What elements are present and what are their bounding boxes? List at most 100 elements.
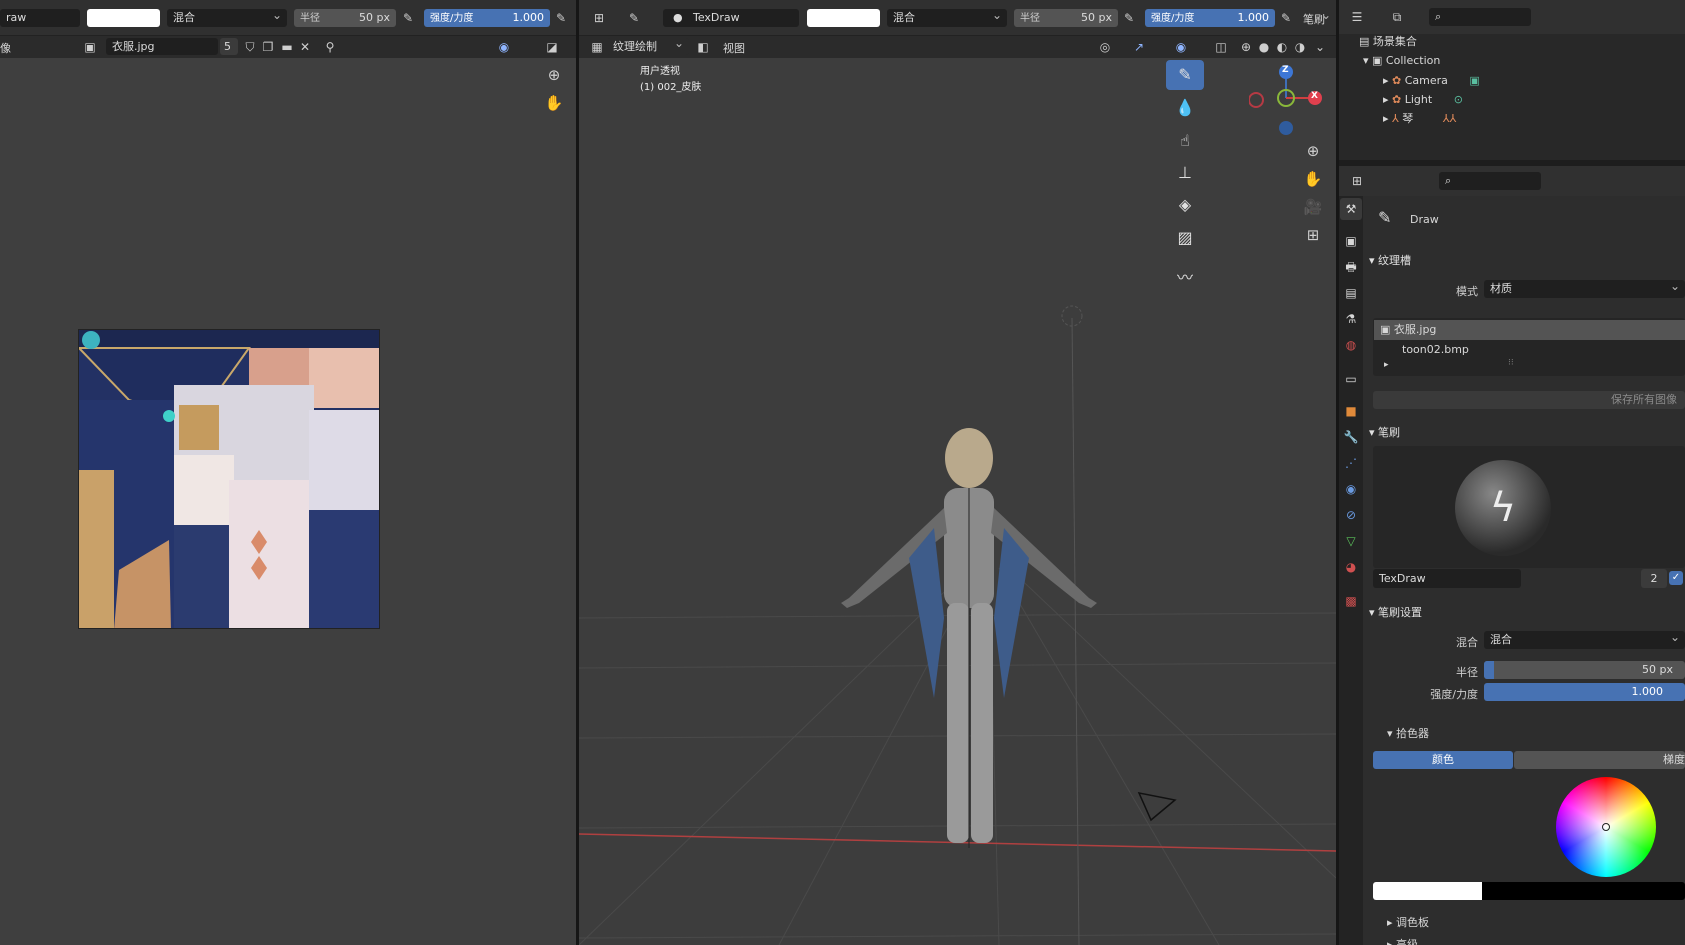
pan-hand-icon[interactable]: ✋	[541, 90, 567, 116]
viewport-canvas[interactable]: ✎ 💧 ☝ ⊥ ◈ ▨ 〰 用户透视 (1) 002_皮肤 Z X ⊕ ✋ 🎥 …	[579, 58, 1336, 945]
viewport-pan-icon[interactable]: ✋	[1300, 166, 1326, 192]
xray-toggle-icon[interactable]: ◫	[1211, 38, 1231, 56]
editor-type-icon[interactable]: ⊞	[589, 9, 609, 27]
modifier-tab-icon[interactable]: 🔧	[1340, 426, 1362, 448]
mask-tool[interactable]: ▨	[1166, 223, 1204, 253]
radius-prop-slider[interactable]: 50 px	[1484, 661, 1685, 679]
data-tab-icon[interactable]: ▽	[1340, 530, 1362, 552]
color-wheel[interactable]	[1556, 777, 1656, 877]
brush-fake-user-checkbox[interactable]: ✓	[1669, 571, 1683, 585]
render-tab-icon[interactable]: ▣	[1340, 230, 1362, 252]
brush-menu[interactable]: 笔刷	[1303, 8, 1336, 27]
mode-value-dropdown[interactable]: 材质	[1484, 280, 1685, 298]
shading-solid-icon[interactable]: ●	[1254, 38, 1274, 56]
outliner-search-field[interactable]: ⌕	[1429, 8, 1531, 26]
viewport-brush-color-swatch[interactable]	[807, 9, 880, 27]
brush-name-field[interactable]: raw	[0, 9, 80, 27]
image-editor-canvas[interactable]: ⊕ ✋	[0, 58, 576, 945]
texture-paint-mode-icon[interactable]: ▦	[587, 38, 607, 56]
viewport-blend-dropdown[interactable]: 混合	[887, 9, 1007, 27]
brush-tool-icon[interactable]: ✎	[624, 9, 644, 27]
world-tab-icon[interactable]: ◍	[1340, 334, 1362, 356]
soften-tool[interactable]: 💧	[1166, 93, 1204, 123]
draw-tool[interactable]: ✎	[1166, 60, 1204, 90]
advanced-section[interactable]: ▸ 高级	[1387, 936, 1418, 945]
scene-tab-icon[interactable]: ⚗	[1340, 308, 1362, 330]
material-tab-icon[interactable]: ◕	[1340, 556, 1362, 578]
outliner-item-light[interactable]: ▸ ✿ Light ⊙	[1383, 90, 1463, 109]
output-tab-icon[interactable]: 🖶	[1340, 256, 1362, 278]
strength-pressure-icon[interactable]: ✎	[551, 9, 571, 27]
pin-icon[interactable]: ⚲	[320, 38, 340, 56]
strength-slider[interactable]: 强度/力度 1.000	[424, 9, 550, 27]
navigation-gizmo[interactable]: Z X	[1248, 64, 1329, 144]
viewport-strength-pressure-icon[interactable]: ✎	[1276, 9, 1296, 27]
scene-collection-row[interactable]: ▤ 场景集合	[1359, 32, 1417, 51]
physics-tab-icon[interactable]: ◉	[1340, 478, 1362, 500]
brush-name-field[interactable]: TexDraw	[1373, 569, 1521, 588]
image-users-count[interactable]: 5	[220, 38, 238, 55]
radius-pressure-icon[interactable]: ✎	[398, 9, 418, 27]
fill-tool[interactable]: ◈	[1166, 190, 1204, 220]
blend-mode-dropdown[interactable]: 混合	[167, 9, 287, 27]
color-picker-section[interactable]: ▾ 拾色器	[1387, 725, 1429, 741]
radius-slider[interactable]: 半径 50 px	[294, 9, 396, 27]
properties-search-field[interactable]: ⌕	[1439, 172, 1541, 190]
collection-row[interactable]: ▾ ▣ Collection	[1363, 51, 1440, 70]
palette-section[interactable]: ▸ 调色板	[1387, 914, 1429, 930]
view-menu[interactable]: 视图	[723, 40, 745, 56]
texture-tab-icon[interactable]: ▩	[1340, 590, 1362, 612]
save-all-images-button[interactable]: 保存所有图像	[1373, 391, 1685, 409]
blend-dropdown[interactable]: 混合	[1484, 631, 1685, 649]
collection-tab-icon[interactable]: ▭	[1340, 368, 1362, 390]
viewport-overlay-icon[interactable]: ◉	[1171, 38, 1191, 56]
properties-type-icon[interactable]: ⊞	[1347, 172, 1367, 190]
tool-tab-icon[interactable]: ⚒	[1340, 198, 1362, 220]
viewport-radius-pressure-icon[interactable]: ✎	[1119, 9, 1139, 27]
camera-view-icon[interactable]: 🎥	[1300, 194, 1326, 220]
viewport-zoom-icon[interactable]: ⊕	[1300, 138, 1326, 164]
brush-preview[interactable]: ϟ	[1373, 446, 1685, 568]
texture-slot-row[interactable]: toon02.bmp	[1374, 340, 1685, 360]
ortho-grid-icon[interactable]: ⊞	[1300, 222, 1326, 248]
annotate-tool[interactable]: 〰	[1166, 263, 1204, 293]
outliner-type-icon[interactable]: ☰	[1347, 8, 1367, 26]
value-slider[interactable]	[1373, 882, 1685, 900]
shading-wireframe-icon[interactable]: ⊕	[1236, 38, 1256, 56]
zoom-magnifier-icon[interactable]: ⊕	[541, 62, 567, 88]
constraints-tab-icon[interactable]: ⊘	[1340, 504, 1362, 526]
gizmo-toggle-icon[interactable]: ↗	[1129, 38, 1149, 56]
image-name-field[interactable]: 衣服.jpg	[106, 38, 218, 55]
slot-list-expand-icon[interactable]: ▸	[1384, 360, 1389, 370]
display-channels-icon[interactable]: ◪	[542, 38, 562, 56]
strength-prop-slider[interactable]: 1.000	[1484, 683, 1685, 701]
color-cursor[interactable]	[1602, 823, 1610, 831]
shading-rendered-icon[interactable]: ◑	[1290, 38, 1310, 56]
texture-slot-icon[interactable]: ◧	[693, 38, 713, 56]
brush-section[interactable]: ▾ 笔刷	[1369, 424, 1400, 440]
particles-tab-icon[interactable]: ⋰	[1340, 452, 1362, 474]
visibility-eye-icon[interactable]: ◎	[1095, 38, 1115, 56]
shading-material-icon[interactable]: ◐	[1272, 38, 1292, 56]
clone-tool[interactable]: ⊥	[1166, 158, 1204, 188]
outliner-item-armature[interactable]: ▸ ⅄ 琴 ⅄⅄	[1383, 109, 1456, 128]
brush-users-count[interactable]: 2	[1641, 569, 1667, 588]
texture-slot-row[interactable]: ▣ 衣服.jpg	[1374, 320, 1685, 340]
outliner-item-camera[interactable]: ▸ ✿ Camera ▣	[1383, 71, 1480, 90]
overlay-toggle-icon[interactable]: ◉	[494, 38, 514, 56]
image-browse-icon[interactable]: ▣	[80, 38, 100, 56]
gradient-tab[interactable]: 梯度	[1514, 751, 1685, 769]
slot-list-resize-handle[interactable]: ⁝⁝	[1508, 358, 1514, 368]
mode-dropdown[interactable]: 纹理绘制	[607, 38, 689, 55]
texture-slots-section[interactable]: ▾ 纹理槽	[1369, 252, 1411, 268]
object-tab-icon[interactable]: ■	[1340, 400, 1362, 422]
brush-color-swatch[interactable]	[87, 9, 160, 27]
fake-user-shield-icon[interactable]: ⛉	[240, 38, 260, 56]
outliner-filter-icon[interactable]: ⧉	[1387, 8, 1407, 26]
smear-tool[interactable]: ☝	[1166, 126, 1204, 156]
shading-options-chevron-icon[interactable]: ⌄	[1310, 38, 1330, 56]
unlink-image-close-icon[interactable]: ✕	[295, 38, 315, 56]
color-tab[interactable]: 颜色	[1373, 751, 1513, 769]
new-image-icon[interactable]: ❐	[258, 38, 278, 56]
viewport-strength-slider[interactable]: 强度/力度 1.000	[1145, 9, 1275, 27]
